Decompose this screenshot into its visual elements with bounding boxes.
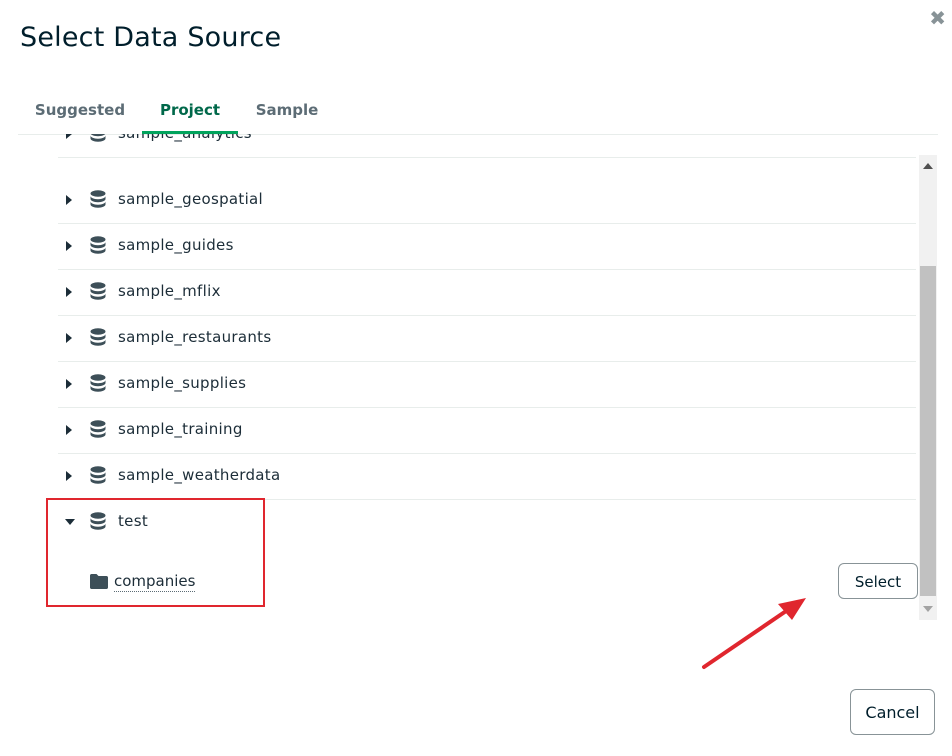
tab-sample[interactable]: Sample bbox=[238, 88, 336, 134]
database-row-sample-geospatial[interactable]: sample_geospatial bbox=[58, 177, 916, 224]
database-row-sample-training[interactable]: sample_training bbox=[58, 407, 916, 454]
database-icon bbox=[90, 374, 106, 392]
collection-companies-link[interactable]: companies bbox=[114, 572, 196, 592]
annotation-arrow-icon bbox=[702, 598, 806, 669]
caret-right-icon[interactable] bbox=[66, 471, 72, 481]
database-icon bbox=[90, 328, 106, 346]
database-icon bbox=[90, 190, 106, 208]
database-row-sample-analytics[interactable]: sample_analytics bbox=[58, 134, 916, 158]
database-icon bbox=[90, 420, 106, 438]
database-icon bbox=[90, 466, 106, 484]
caret-right-icon[interactable] bbox=[66, 379, 72, 389]
database-icon bbox=[90, 512, 106, 530]
caret-right-icon[interactable] bbox=[66, 134, 72, 139]
database-row-sample-restaurants[interactable]: sample_restaurants bbox=[58, 315, 916, 362]
database-row-sample-weatherdata[interactable]: sample_weatherdata bbox=[58, 453, 916, 500]
caret-right-icon[interactable] bbox=[66, 287, 72, 297]
database-name: sample_training bbox=[118, 420, 243, 438]
database-row-test[interactable]: test bbox=[58, 499, 916, 545]
database-name: sample_supplies bbox=[118, 374, 247, 392]
caret-right-icon[interactable] bbox=[66, 425, 72, 435]
scrollbar[interactable] bbox=[919, 155, 937, 620]
tab-suggested[interactable]: Suggested bbox=[18, 88, 142, 134]
database-name: test bbox=[118, 512, 149, 530]
scroll-up-icon[interactable] bbox=[923, 163, 933, 169]
database-name: sample_geospatial bbox=[118, 190, 263, 208]
database-icon bbox=[90, 134, 106, 142]
database-name: sample_analytics bbox=[118, 134, 252, 142]
caret-right-icon[interactable] bbox=[66, 241, 72, 251]
database-name: sample_restaurants bbox=[118, 328, 272, 346]
database-icon bbox=[90, 282, 106, 300]
database-name: sample_guides bbox=[118, 236, 234, 254]
tab-project[interactable]: Project bbox=[142, 88, 238, 134]
database-row-sample-mflix[interactable]: sample_mflix bbox=[58, 269, 916, 316]
database-row-sample-guides[interactable]: sample_guides bbox=[58, 223, 916, 270]
caret-right-icon[interactable] bbox=[66, 195, 72, 205]
caret-down-icon[interactable] bbox=[65, 519, 75, 525]
close-icon[interactable]: ✖ bbox=[929, 8, 946, 28]
scroll-down-icon[interactable] bbox=[923, 606, 933, 612]
scrollbar-thumb[interactable] bbox=[920, 266, 936, 596]
dialog-title: Select Data Source bbox=[20, 22, 282, 53]
database-list: sample_analytics sample_geospatial sampl… bbox=[58, 134, 918, 620]
select-button[interactable]: Select bbox=[838, 563, 918, 599]
database-name: sample_weatherdata bbox=[118, 466, 281, 484]
database-icon bbox=[90, 236, 106, 254]
database-row-sample-supplies[interactable]: sample_supplies bbox=[58, 361, 916, 408]
cancel-button[interactable]: Cancel bbox=[850, 689, 935, 735]
database-name: sample_mflix bbox=[118, 282, 221, 300]
tab-bar: Suggested Project Sample bbox=[18, 88, 938, 135]
caret-right-icon[interactable] bbox=[66, 333, 72, 343]
folder-icon bbox=[90, 574, 108, 589]
